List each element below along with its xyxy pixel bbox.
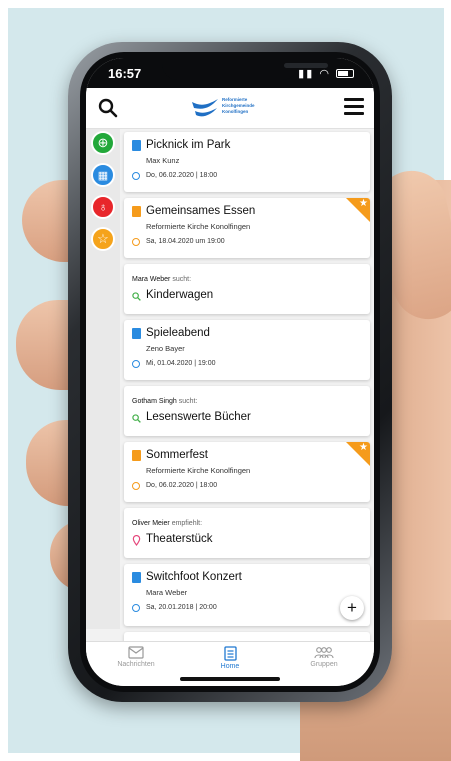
- recommendation-author: Oliver Meier empfiehlt:: [132, 520, 203, 527]
- nav-label: Nachrichten: [117, 661, 155, 668]
- search-icon: [132, 292, 141, 301]
- search-title: Kinderwagen: [146, 289, 214, 301]
- envelope-icon: [128, 646, 144, 659]
- filter-events-button[interactable]: ▦: [91, 163, 115, 187]
- clock-icon: [132, 172, 140, 180]
- event-organizer: Mara Weber: [146, 588, 188, 597]
- event-organizer: Max Kunz: [146, 156, 180, 165]
- star-icon: ☆: [97, 231, 109, 246]
- filter-ideas-button[interactable]: ♁: [91, 195, 115, 219]
- search-author: Gotham Singh sucht:: [132, 398, 198, 405]
- event-icon: [132, 572, 141, 583]
- battery-icon: [336, 69, 354, 78]
- clock-icon: [132, 482, 140, 490]
- calendar-icon: ▦: [97, 169, 109, 182]
- nav-label: Home: [220, 663, 240, 670]
- group-icon: [314, 647, 334, 659]
- hamburger-icon: [344, 98, 364, 115]
- category-sidebar: ⊕ ▦ ♁ ☆: [86, 129, 120, 629]
- search-title: Lesenswerte Bücher: [146, 411, 251, 423]
- search-button[interactable]: [96, 96, 120, 120]
- nav-home[interactable]: Home: [190, 646, 270, 670]
- search-icon: [98, 98, 118, 118]
- event-title: Spieleabend: [146, 327, 210, 339]
- event-icon: [132, 450, 141, 461]
- globe-icon: ⊕: [97, 135, 109, 150]
- event-organizer: Reformierte Kirche Konolfingen: [146, 466, 251, 475]
- lightbulb-icon: ♁: [98, 200, 108, 214]
- menu-button[interactable]: [344, 98, 364, 116]
- event-title: Switchfoot Konzert: [146, 571, 242, 583]
- event-title: Gemeinsames Essen: [146, 205, 256, 217]
- nav-nachrichten[interactable]: Nachrichten: [96, 646, 176, 668]
- event-icon: [132, 140, 141, 151]
- recommendation-card[interactable]: Oliver Meier empfiehlt: Theaterstück: [124, 508, 370, 558]
- logo-text: Reformierte Kirchgemeinde Konolfingen: [222, 97, 255, 114]
- event-date: Do, 06.02.2020 | 18:00: [146, 482, 218, 489]
- event-card[interactable]: Sommerfest Reformierte Kirche Konolfinge…: [124, 442, 370, 502]
- filter-favorites-button[interactable]: ☆: [91, 227, 115, 251]
- star-icon: ★: [359, 442, 368, 453]
- app-screen: 16:57 ▮▮ ◠ Reformierte Kirchgemeinde Kon…: [86, 58, 374, 686]
- recommendation-title: Theaterstück: [146, 533, 213, 545]
- event-organizer: Reformierte Kirche Konolfingen: [146, 222, 251, 231]
- nav-gruppen[interactable]: Gruppen: [284, 646, 364, 668]
- home-indicator: [180, 677, 280, 681]
- phone-notch: [162, 58, 328, 80]
- event-organizer: Zeno Bayer: [146, 344, 185, 353]
- clock-icon: [132, 238, 140, 246]
- status-time: 16:57: [108, 66, 142, 81]
- signal-icon: ▮▮: [298, 68, 315, 80]
- event-date: Mi, 01.04.2020 | 19:00: [146, 360, 216, 367]
- event-icon: [132, 328, 141, 339]
- search-card[interactable]: Mara Weber sucht: Kinderwagen: [124, 264, 370, 314]
- clock-icon: [132, 604, 140, 612]
- search-icon: [132, 414, 141, 423]
- event-icon: [132, 206, 141, 217]
- event-card[interactable]: Switchfoot Konzert Mara Weber Sa, 20.01.…: [124, 564, 370, 626]
- event-title: Sommerfest: [146, 449, 208, 461]
- filter-all-button[interactable]: ⊕: [91, 131, 115, 155]
- search-author: Mara Weber sucht:: [132, 276, 192, 283]
- church-logo[interactable]: Reformierte Kirchgemeinde Konolfingen: [190, 96, 280, 122]
- app-header: Reformierte Kirchgemeinde Konolfingen: [86, 88, 374, 129]
- search-card[interactable]: Gotham Singh sucht: Lesenswerte Bücher: [124, 386, 370, 436]
- event-date: Sa, 18.04.2020 um 19:00: [146, 238, 225, 245]
- clock-icon: [132, 360, 140, 368]
- status-icons: ▮▮ ◠: [298, 67, 354, 80]
- nav-label: Gruppen: [310, 661, 338, 668]
- event-title: Picknick im Park: [146, 139, 231, 151]
- feed-icon: [223, 646, 237, 661]
- event-date: Do, 06.02.2020 | 18:00: [146, 172, 218, 179]
- dove-logo-icon: [192, 99, 218, 117]
- star-icon: ★: [359, 198, 368, 209]
- wifi-icon: ◠: [319, 68, 331, 80]
- add-button[interactable]: +: [340, 596, 364, 620]
- event-card[interactable]: Spieleabend Zeno Bayer Mi, 01.04.2020 | …: [124, 320, 370, 380]
- event-card[interactable]: Picknick im Park Max Kunz Do, 06.02.2020…: [124, 132, 370, 192]
- location-pin-icon: [132, 535, 141, 546]
- event-date: Sa, 20.01.2018 | 20:00: [146, 604, 217, 611]
- event-card[interactable]: Gemeinsames Essen Reformierte Kirche Kon…: [124, 198, 370, 258]
